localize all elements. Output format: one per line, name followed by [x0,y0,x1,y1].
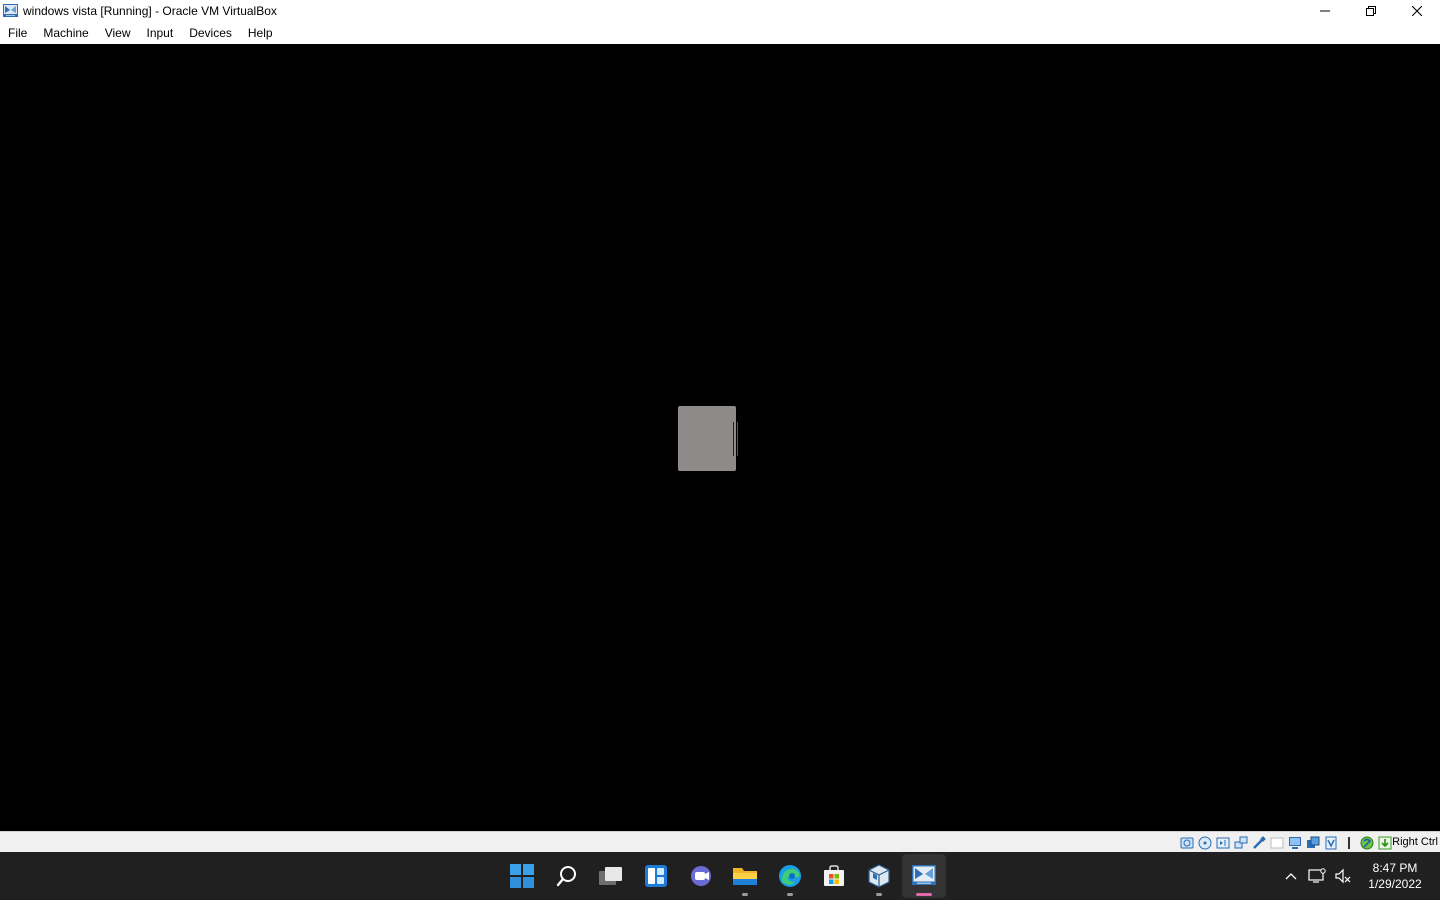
system-tray: 8:47 PM 1/29/2022 [1278,852,1440,900]
menu-input[interactable]: Input [139,22,182,44]
menu-devices[interactable]: Devices [181,22,240,44]
tray-volume-button[interactable] [1330,856,1356,896]
taskbar-chat-button[interactable] [679,854,723,898]
taskbar-clock[interactable]: 8:47 PM 1/29/2022 [1356,856,1434,896]
chevron-up-icon [1285,873,1297,880]
minimize-icon [1320,10,1330,12]
status-indicators [1179,835,1392,850]
folder-icon [733,868,758,885]
tray-network-button[interactable] [1304,856,1330,896]
task-view-icon [599,867,623,885]
running-indicator [876,893,883,896]
window-controls [1302,0,1440,22]
speaker-muted-icon [1335,868,1351,884]
store-bag-icon [824,865,845,886]
close-icon [1412,6,1422,16]
taskbar-edge-button[interactable] [768,854,812,898]
taskbar-task-view-button[interactable] [589,854,633,898]
taskbar: 8:47 PM 1/29/2022 [0,852,1440,900]
running-indicator [742,893,749,896]
shared-folders-icon[interactable] [1269,835,1284,850]
mouse-integration-icon[interactable] [1359,835,1374,850]
window-title: windows vista [Running] - Oracle VM Virt… [23,4,277,18]
taskbar-store-button[interactable] [812,854,856,898]
restore-icon [1366,6,1376,16]
hard-disk-icon[interactable] [1179,835,1194,850]
menu-view[interactable]: View [97,22,139,44]
taskbar-widgets-button[interactable] [634,854,678,898]
running-indicator [786,893,793,896]
edge-browser-icon [778,865,801,887]
taskbar-file-explorer-button[interactable] [723,854,767,898]
cpu-icon[interactable] [1341,835,1356,850]
taskbar-virtualbox-vm-button[interactable] [901,854,946,898]
host-key-label[interactable]: Right Ctrl [1392,832,1438,853]
menu-bar: File Machine View Input Devices Help [0,22,1440,44]
minimize-button[interactable] [1302,0,1348,22]
virtualbox-cube-icon [868,864,890,888]
taskbar-apps [500,852,946,900]
virtualbox-vm-icon [911,865,936,885]
windows-logo-icon [510,864,535,888]
menu-file[interactable]: File [0,22,35,44]
audio-icon[interactable] [1215,835,1230,850]
usb-icon[interactable] [1251,835,1266,850]
recording-icon[interactable] [1305,835,1320,850]
active-indicator [915,893,932,896]
search-icon [556,866,576,887]
display-icon[interactable] [1287,835,1302,850]
close-button[interactable] [1394,0,1440,22]
clock-date: 1/29/2022 [1368,877,1422,891]
network-monitor-icon [1308,868,1326,883]
taskbar-virtualbox-manager-button[interactable] [857,854,901,898]
title-bar[interactable]: windows vista [Running] - Oracle VM Virt… [0,0,1440,22]
clock-time: 8:47 PM [1372,861,1418,875]
menu-machine[interactable]: Machine [35,22,96,44]
boot-logo [678,406,738,471]
keyboard-capture-icon[interactable] [1377,835,1392,850]
menu-help[interactable]: Help [240,22,281,44]
taskbar-search-button[interactable] [545,854,589,898]
vm-status-bar: Right Ctrl [0,831,1440,852]
network-icon[interactable] [1233,835,1248,850]
widgets-icon [645,865,668,887]
vm-display[interactable] [0,44,1440,831]
tray-overflow-button[interactable] [1278,856,1304,896]
restore-button[interactable] [1348,0,1394,22]
optical-drive-icon[interactable] [1197,835,1212,850]
taskbar-start-button[interactable] [500,854,544,898]
virtualbox-vm-icon [3,3,19,19]
video-capture-icon[interactable] [1323,835,1338,850]
teams-chat-icon [690,866,711,886]
